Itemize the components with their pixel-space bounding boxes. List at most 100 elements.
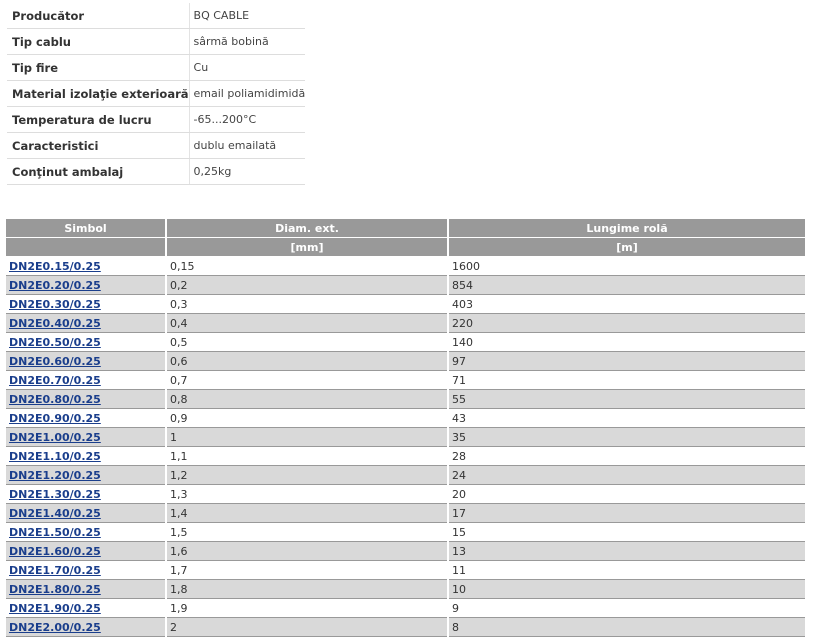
cell-symbol: DN2E1.30/0.25 [6, 484, 167, 504]
table-row: DN2E1.40/0.25 1,4 17 [6, 503, 805, 523]
attribute-value: BQ CABLE [188, 3, 306, 29]
cell-diameter: 0,2 [166, 275, 449, 295]
cell-diameter: 0,9 [166, 408, 449, 428]
column-header-symbol: Simbol [6, 219, 167, 238]
cell-symbol: DN2E0.20/0.25 [6, 275, 167, 295]
table-row: DN2E1.80/0.25 1,8 10 [6, 579, 805, 599]
table-row: DN2E0.40/0.25 0,4 220 [6, 313, 805, 333]
cell-diameter: 0,7 [166, 370, 449, 390]
table-header: Simbol Diam. ext. Lungime rolă [mm] [m] [6, 219, 805, 257]
product-attributes-table: Producător BQ CABLE Tip cablu sârmă bobi… [7, 3, 306, 185]
cell-symbol: DN2E0.40/0.25 [6, 313, 167, 333]
product-symbol-link[interactable]: DN2E0.90/0.25 [9, 412, 101, 425]
cell-length: 10 [448, 579, 805, 599]
cell-symbol: DN2E0.80/0.25 [6, 389, 167, 409]
table-row: DN2E0.30/0.25 0,3 403 [6, 294, 805, 314]
cell-length: 71 [448, 370, 805, 390]
cell-diameter: 0,6 [166, 351, 449, 371]
cell-symbol: DN2E0.50/0.25 [6, 332, 167, 352]
cell-length: 35 [448, 427, 805, 447]
table-row: DN2E1.20/0.25 1,2 24 [6, 465, 805, 485]
product-symbol-link[interactable]: DN2E1.80/0.25 [9, 583, 101, 596]
cell-diameter: 0,15 [166, 256, 449, 276]
table-row: DN2E0.80/0.25 0,8 55 [6, 389, 805, 409]
cell-length: 43 [448, 408, 805, 428]
product-symbol-link[interactable]: DN2E1.60/0.25 [9, 545, 101, 558]
cell-length: 11 [448, 560, 805, 580]
attribute-name: Caracteristici [7, 132, 190, 159]
cell-symbol: DN2E1.70/0.25 [6, 560, 167, 580]
cell-length: 13 [448, 541, 805, 561]
attribute-value: Cu [188, 54, 306, 81]
product-symbol-link[interactable]: DN2E1.70/0.25 [9, 564, 101, 577]
attribute-row: Temperatura de lucru -65...200°C [7, 106, 306, 133]
cell-symbol: DN2E0.30/0.25 [6, 294, 167, 314]
unit-length: [m] [448, 237, 805, 257]
product-symbol-link[interactable]: DN2E2.00/0.25 [9, 621, 101, 634]
product-symbol-link[interactable]: DN2E0.20/0.25 [9, 279, 101, 292]
product-symbol-link[interactable]: DN2E1.00/0.25 [9, 431, 101, 444]
attribute-name: Conţinut ambalaj [7, 158, 190, 185]
attribute-name: Tip cablu [7, 28, 190, 55]
cell-length: 220 [448, 313, 805, 333]
cell-length: 8 [448, 617, 805, 637]
cell-symbol: DN2E2.00/0.25 [6, 617, 167, 637]
product-symbol-link[interactable]: DN2E1.90/0.25 [9, 602, 101, 615]
table-row: DN2E0.70/0.25 0,7 71 [6, 370, 805, 390]
cell-length: 24 [448, 465, 805, 485]
table-row: DN2E1.50/0.25 1,5 15 [6, 522, 805, 542]
cell-symbol: DN2E1.00/0.25 [6, 427, 167, 447]
cell-diameter: 1,8 [166, 579, 449, 599]
product-symbol-link[interactable]: DN2E1.10/0.25 [9, 450, 101, 463]
cell-diameter: 2 [166, 617, 449, 637]
cell-length: 9 [448, 598, 805, 618]
product-symbol-link[interactable]: DN2E0.70/0.25 [9, 374, 101, 387]
attribute-value: 0,25kg [188, 158, 306, 185]
table-row: DN2E0.90/0.25 0,9 43 [6, 408, 805, 428]
product-symbol-link[interactable]: DN2E0.50/0.25 [9, 336, 101, 349]
cell-diameter: 0,3 [166, 294, 449, 314]
cell-symbol: DN2E0.70/0.25 [6, 370, 167, 390]
attribute-value: -65...200°C [188, 106, 306, 133]
product-symbol-link[interactable]: DN2E1.20/0.25 [9, 469, 101, 482]
product-symbol-link[interactable]: DN2E0.30/0.25 [9, 298, 101, 311]
cell-length: 97 [448, 351, 805, 371]
attribute-row: Conţinut ambalaj 0,25kg [7, 158, 306, 185]
table-row: DN2E0.20/0.25 0,2 854 [6, 275, 805, 295]
table-row: DN2E1.90/0.25 1,9 9 [6, 598, 805, 618]
attribute-value: sârmă bobină [188, 28, 306, 55]
column-header-diameter: Diam. ext. [166, 219, 449, 238]
cell-length: 140 [448, 332, 805, 352]
product-symbol-link[interactable]: DN2E0.15/0.25 [9, 260, 101, 273]
product-symbol-link[interactable]: DN2E1.40/0.25 [9, 507, 101, 520]
table-row: DN2E1.30/0.25 1,3 20 [6, 484, 805, 504]
product-variants-table: Simbol Diam. ext. Lungime rolă [mm] [m] … [6, 219, 805, 637]
cell-diameter: 0,5 [166, 332, 449, 352]
attribute-row: Producător BQ CABLE [7, 3, 306, 29]
product-symbol-link[interactable]: DN2E1.50/0.25 [9, 526, 101, 539]
attribute-name: Material izolaţie exterioară [7, 80, 190, 107]
attribute-value: dublu emailată [188, 132, 306, 159]
column-header-length: Lungime rolă [448, 219, 805, 238]
product-symbol-link[interactable]: DN2E1.30/0.25 [9, 488, 101, 501]
cell-length: 17 [448, 503, 805, 523]
cell-diameter: 1,1 [166, 446, 449, 466]
table-row: DN2E1.00/0.25 1 35 [6, 427, 805, 447]
cell-symbol: DN2E1.40/0.25 [6, 503, 167, 523]
attributes-body: Producător BQ CABLE Tip cablu sârmă bobi… [7, 3, 306, 185]
cell-symbol: DN2E1.50/0.25 [6, 522, 167, 542]
product-symbol-link[interactable]: DN2E0.80/0.25 [9, 393, 101, 406]
table-row: DN2E0.60/0.25 0,6 97 [6, 351, 805, 371]
cell-length: 28 [448, 446, 805, 466]
product-symbol-link[interactable]: DN2E0.60/0.25 [9, 355, 101, 368]
attribute-name: Tip fire [7, 54, 190, 81]
table-row: DN2E0.50/0.25 0,5 140 [6, 332, 805, 352]
cell-symbol: DN2E1.60/0.25 [6, 541, 167, 561]
table-row: DN2E1.10/0.25 1,1 28 [6, 446, 805, 466]
attribute-row: Caracteristici dublu emailată [7, 132, 306, 159]
unit-diameter: [mm] [166, 237, 449, 257]
product-symbol-link[interactable]: DN2E0.40/0.25 [9, 317, 101, 330]
cell-length: 55 [448, 389, 805, 409]
cell-length: 1600 [448, 256, 805, 276]
attribute-row: Tip fire Cu [7, 54, 306, 81]
